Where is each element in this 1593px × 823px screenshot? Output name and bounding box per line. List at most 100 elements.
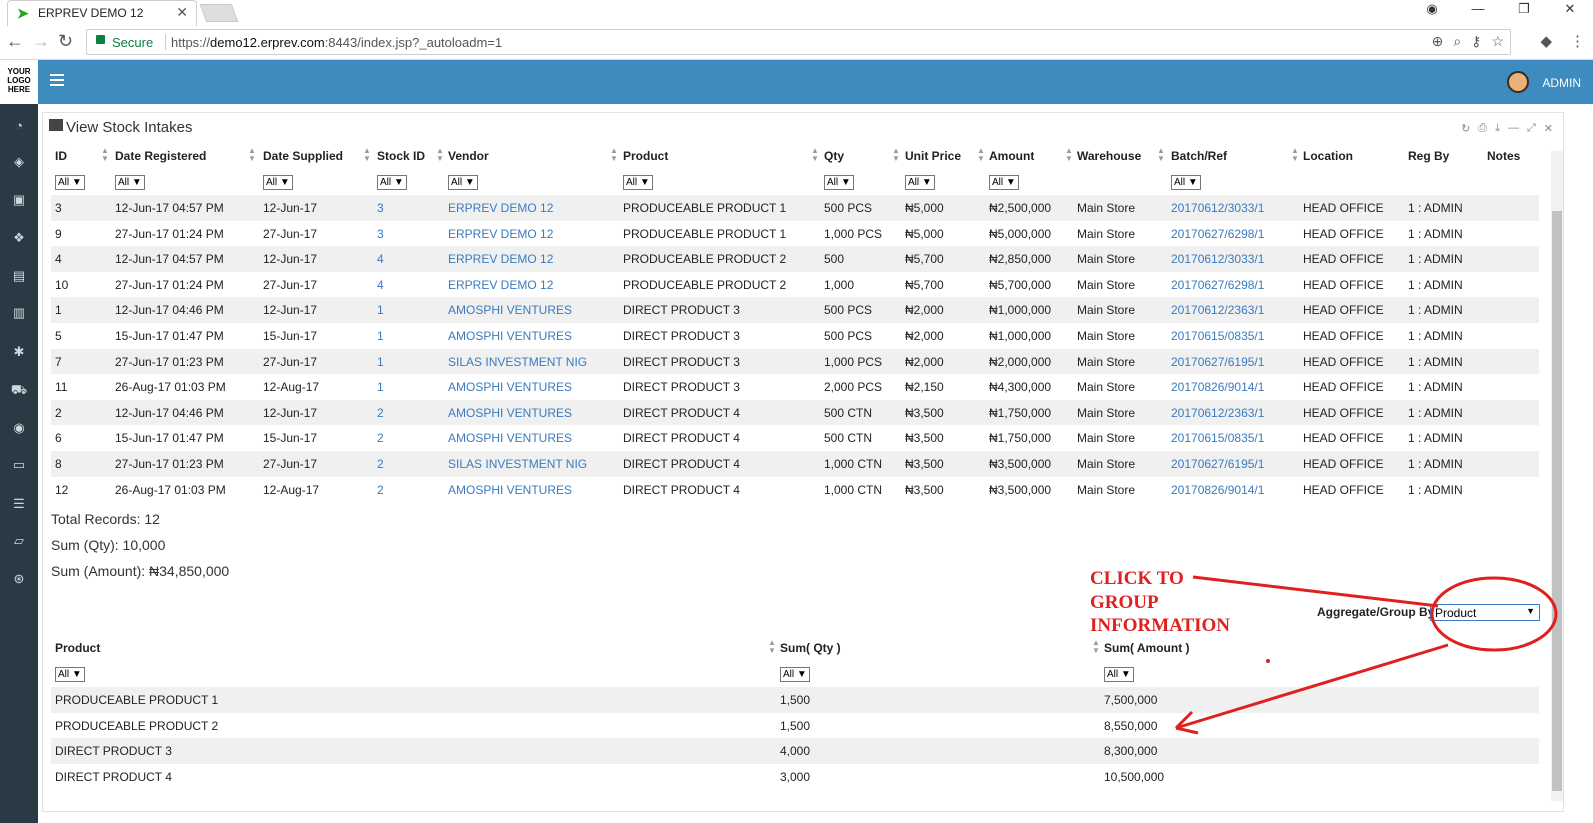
sort-icon[interactable]: ▲ ▼ [436,147,444,163]
expand-icon[interactable]: ⤢ [1527,122,1536,135]
scrollbar-thumb[interactable] [1552,211,1562,791]
snowflake-icon[interactable]: ✱ [0,344,38,360]
table-cell-link[interactable]: 3 [377,227,384,241]
table-cell-link[interactable]: AMOSPHI VENTURES [448,380,572,394]
column-filter-select[interactable]: All ▼ [824,175,854,190]
table-cell-link[interactable]: 1 [377,380,384,394]
column-filter-select[interactable]: All ▼ [623,175,653,190]
location-icon[interactable]: ⊕ [1432,33,1444,50]
key-icon[interactable]: ⚷ [1471,33,1481,50]
column-header[interactable]: Location [1303,149,1353,163]
table-cell-link[interactable]: 20170627/6298/1 [1171,278,1264,292]
table-cell-link[interactable]: AMOSPHI VENTURES [448,431,572,445]
browser-tab[interactable]: ➤ ERPREV DEMO 12 ✕ [7,0,197,26]
close-tab-icon[interactable]: ✕ [176,4,188,21]
table-cell-link[interactable]: 20170612/3033/1 [1171,252,1264,266]
reload-icon[interactable]: ↻ [58,31,73,52]
table-row[interactable]: 12 26-Aug-17 01:03 PM 12-Aug-17 2 AMOSPHI VE… [51,477,1539,503]
table-cell-link[interactable]: 20170627/6195/1 [1171,457,1264,471]
table-cell-link[interactable]: 2 [377,483,384,497]
table-cell-link[interactable]: 1 [377,303,384,317]
column-header[interactable]: Reg By [1408,149,1449,163]
column-header[interactable]: Date Registered [115,149,206,163]
close-window-button[interactable]: ✕ [1547,0,1593,26]
aggregate-row[interactable]: PRODUCEABLE PRODUCT 1 1,500 7,500,000 [51,687,1539,713]
sort-icon[interactable]: ▲ ▼ [1157,147,1165,163]
aggregate-group-by-select[interactable]: Product ▼ [1430,604,1540,621]
table-row[interactable]: 9 27-Jun-17 01:24 PM 27-Jun-17 3 ERPREV DEMO… [51,221,1539,247]
hamburger-menu-icon[interactable] [50,74,64,86]
table-row[interactable]: 10 27-Jun-17 01:24 PM 27-Jun-17 4 ERPREV DEM… [51,272,1539,298]
sort-icon[interactable]: ▲ ▼ [610,147,618,163]
column-header[interactable]: Batch/Ref [1171,149,1227,163]
url-input[interactable]: Secure https://demo12.erprev.com:8443/in… [86,29,1511,55]
table-cell-link[interactable]: 4 [377,252,384,266]
column-filter-select[interactable]: All ▼ [1171,175,1201,190]
table-cell-link[interactable]: 20170612/2363/1 [1171,303,1264,317]
table-cell-link[interactable]: 20170826/9014/1 [1171,380,1264,394]
aggregate-column-header[interactable]: Sum( Qty ) [780,641,841,655]
table-cell-link[interactable]: AMOSPHI VENTURES [448,483,572,497]
table-cell-link[interactable]: ERPREV DEMO 12 [448,252,553,266]
table-cell-link[interactable]: AMOSPHI VENTURES [448,406,572,420]
column-filter-select[interactable]: All ▼ [377,175,407,190]
trash-icon[interactable]: ▥ [0,305,38,321]
aggregate-filter-select[interactable]: All ▼ [1104,667,1134,682]
new-tab-button[interactable] [199,4,239,22]
column-header[interactable]: ID [55,149,67,163]
column-header[interactable]: Amount [989,149,1034,163]
table-cell-link[interactable]: 2 [377,457,384,471]
aggregate-column-header[interactable]: Sum( Amount ) [1104,641,1190,655]
lifebuoy-icon[interactable]: ⊛ [0,571,38,587]
menu-kebab-icon[interactable]: ⋮ [1570,32,1585,50]
user-avatar[interactable] [1507,71,1529,93]
table-row[interactable]: 5 15-Jun-17 01:47 PM 15-Jun-17 1 AMOSPHI VEN… [51,323,1539,349]
sort-icon[interactable]: ▲ ▼ [363,147,371,163]
table-cell-link[interactable]: ERPREV DEMO 12 [448,278,553,292]
table-cell-link[interactable]: 4 [377,278,384,292]
table-cell-link[interactable]: 2 [377,431,384,445]
column-filter-select[interactable]: All ▼ [989,175,1019,190]
column-header[interactable]: Notes [1487,149,1520,163]
print-icon[interactable]: ⎙ [1478,122,1487,135]
aggregate-row[interactable]: DIRECT PRODUCT 3 4,000 8,300,000 [51,738,1539,764]
column-header[interactable]: Vendor [448,149,489,163]
sort-icon[interactable]: ▲ ▼ [1291,147,1299,163]
aggregate-filter-select[interactable]: All ▼ [55,667,85,682]
database-icon[interactable]: ☰ [0,496,38,512]
sort-icon[interactable]: ▲ ▼ [811,147,819,163]
aggregate-row[interactable]: PRODUCEABLE PRODUCT 2 1,500 8,550,000 [51,713,1539,739]
monitor-icon[interactable]: ▭ [0,457,38,473]
table-cell-link[interactable]: 1 [377,329,384,343]
table-cell-link[interactable]: 20170612/2363/1 [1171,406,1264,420]
table-cell-link[interactable]: 3 [377,201,384,215]
table-row[interactable]: 7 27-Jun-17 01:23 PM 27-Jun-17 1 SILAS INVES… [51,348,1539,375]
money-icon[interactable]: ▣ [0,192,38,208]
chat-icon[interactable]: ◉ [0,420,38,436]
tag-icon[interactable]: ◈ [0,154,38,170]
table-row[interactable]: 11 26-Aug-17 01:03 PM 12-Aug-17 1 AMOSPHI VE… [51,374,1539,400]
refresh-icon[interactable]: ↻ [1461,122,1470,135]
aggregate-column-header[interactable]: Product [55,641,100,655]
sort-icon[interactable]: ▲ ▼ [768,639,776,655]
restore-button[interactable]: ❐ [1501,0,1547,26]
table-cell-link[interactable]: SILAS INVESTMENT NIG [448,355,587,369]
bookmark-star-icon[interactable]: ☆ [1491,33,1504,50]
aggregate-filter-select[interactable]: All ▼ [780,667,810,682]
table-row[interactable]: 3 12-Jun-17 04:57 PM 12-Jun-17 3 ERPREV DEMO… [51,195,1539,221]
table-cell-link[interactable]: 20170627/6195/1 [1171,355,1264,369]
table-row[interactable]: 4 12-Jun-17 04:57 PM 12-Jun-17 4 ERPREV DEMO… [51,246,1539,272]
table-cell-link[interactable]: ERPREV DEMO 12 [448,201,553,215]
column-header[interactable]: Qty [824,149,844,163]
profile-icon[interactable]: ◉ [1409,0,1455,26]
zoom-icon[interactable]: ⌕ [1453,33,1461,50]
book-icon[interactable]: ▱ [0,533,38,549]
column-filter-select[interactable]: All ▼ [55,175,85,190]
table-row[interactable]: 2 12-Jun-17 04:46 PM 12-Jun-17 2 AMOSPHI VEN… [51,399,1539,426]
extension-icon[interactable]: ◆ [1540,32,1552,50]
column-header[interactable]: Warehouse [1077,149,1141,163]
sort-icon[interactable]: ▲ ▼ [101,147,109,163]
table-cell-link[interactable]: AMOSPHI VENTURES [448,303,572,317]
column-filter-select[interactable]: All ▼ [905,175,935,190]
table-cell-link[interactable]: 20170627/6298/1 [1171,227,1264,241]
